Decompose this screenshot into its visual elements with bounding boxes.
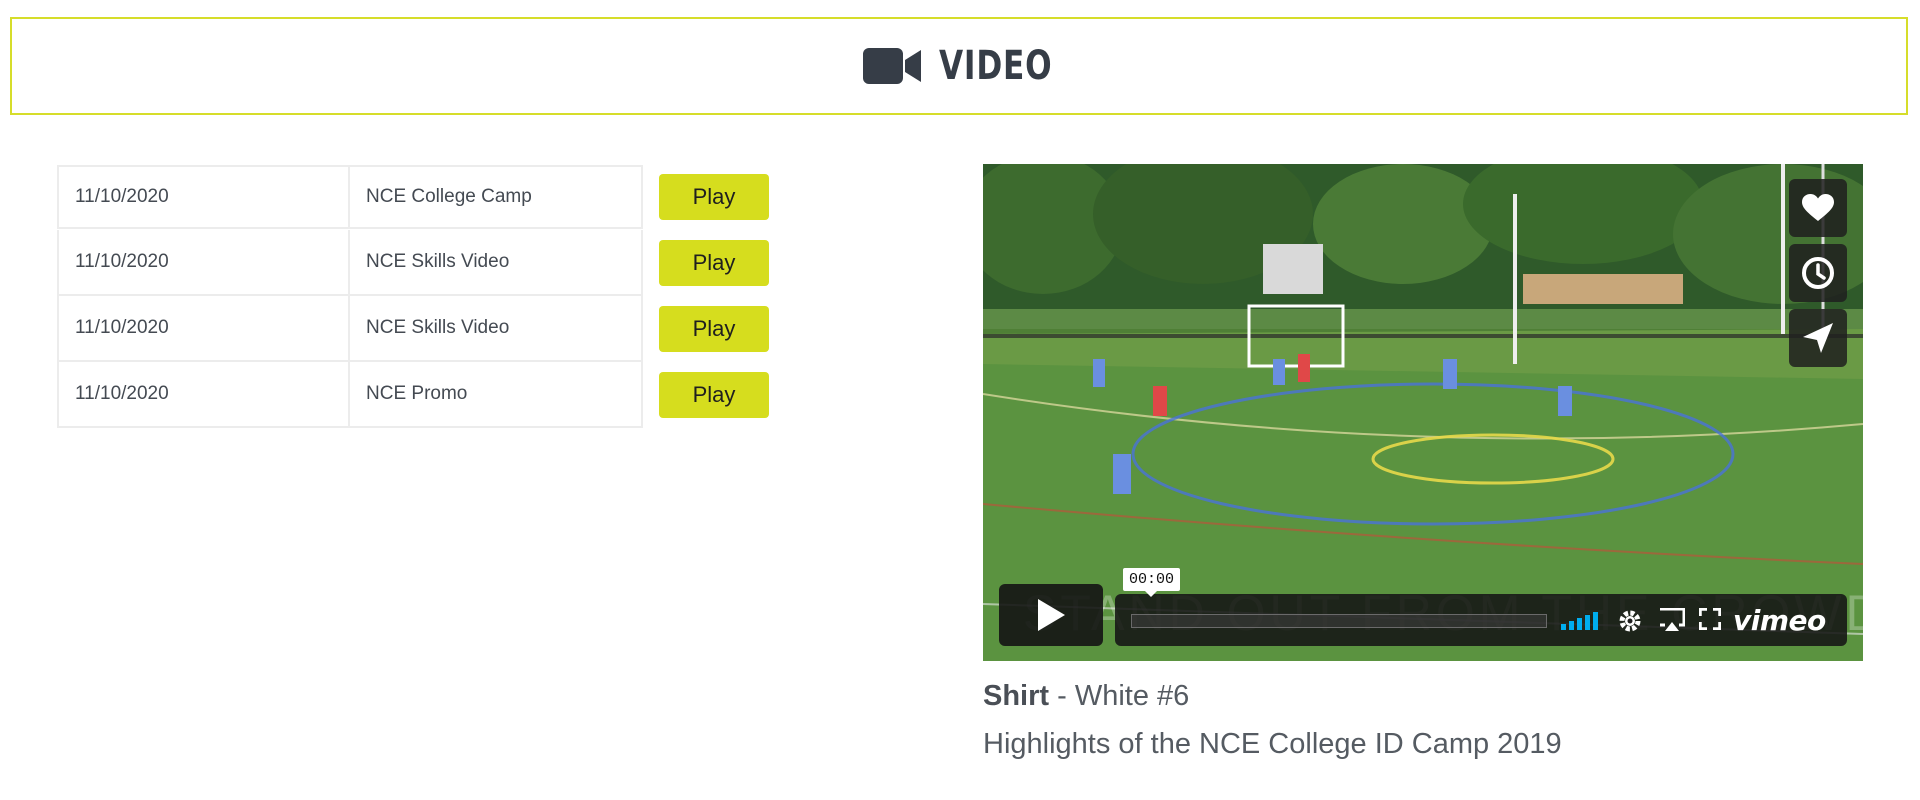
play-button[interactable]: Play [659,372,769,418]
video-title: NCE College Camp [350,165,643,229]
video-camera-icon [863,46,922,86]
send-icon [1803,323,1833,353]
like-button[interactable] [1789,179,1847,237]
video-date: 11/10/2020 [57,165,350,229]
video-description: Highlights of the NCE College ID Camp 20… [983,728,1562,760]
vimeo-logo[interactable]: vimeo [1733,604,1826,637]
share-button[interactable] [1789,309,1847,367]
clock-icon [1802,257,1834,289]
watch-later-button[interactable] [1789,244,1847,302]
section-title: VIDEO [939,43,1053,89]
caption-value: - White #6 [1049,680,1190,712]
play-button[interactable]: Play [659,240,769,286]
video-row: 11/10/2020 NCE Skills Video Play [57,230,769,296]
play-pause-button[interactable] [999,584,1103,646]
volume-icon [1561,612,1598,630]
video-date: 11/10/2020 [57,296,350,362]
video-title: NCE Promo [350,362,643,428]
play-button[interactable]: Play [659,306,769,352]
volume-control[interactable] [1561,612,1599,635]
timecode-tooltip: 00:00 [1123,568,1181,597]
video-row: 11/10/2020 NCE Promo Play [57,362,769,428]
fullscreen-icon[interactable] [1698,607,1722,635]
video-date: 11/10/2020 [57,362,350,428]
video-list: 11/10/2020 NCE College Camp Play 11/10/2… [57,164,769,428]
progress-bar[interactable] [1131,614,1547,628]
section-header: VIDEO [10,17,1908,115]
control-bar: vimeo [1115,594,1847,646]
video-caption: Shirt - White #6 [983,680,1189,713]
video-title: NCE Skills Video [350,230,643,296]
play-icon [1038,599,1065,631]
heart-icon [1802,194,1834,221]
settings-icon[interactable] [1617,608,1643,639]
play-button[interactable]: Play [659,174,769,220]
video-title: NCE Skills Video [350,296,643,362]
player-controls: vimeo 00:00 [999,568,1847,646]
caption-label: Shirt [983,680,1050,712]
airplay-icon[interactable] [1659,607,1686,637]
video-row: 11/10/2020 NCE College Camp Play [57,164,769,230]
video-player[interactable]: STAND OUT FROM THE CROWD [983,164,1863,661]
video-date: 11/10/2020 [57,230,350,296]
video-row: 11/10/2020 NCE Skills Video Play [57,296,769,362]
